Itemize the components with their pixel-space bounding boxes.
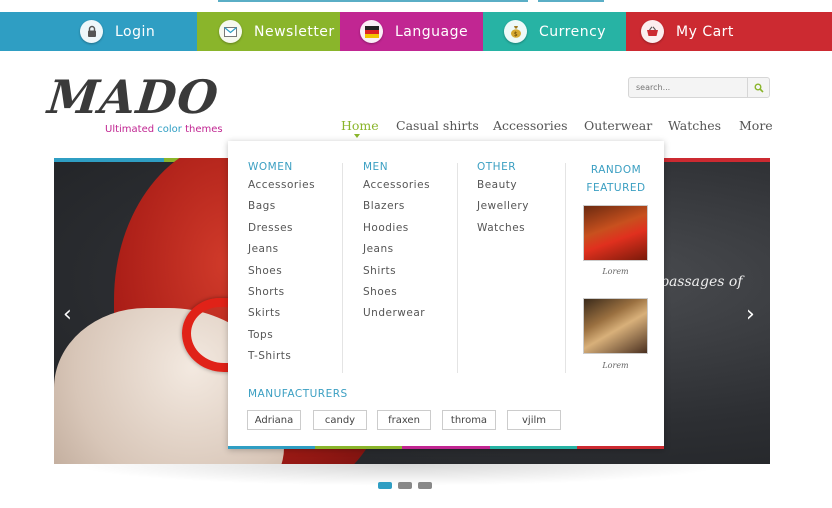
menu-link[interactable]: Jewellery bbox=[477, 200, 529, 221]
menu-link[interactable]: Jeans bbox=[248, 243, 315, 264]
featured-caption: Lorem bbox=[602, 267, 629, 276]
menu-link[interactable]: Hoodies bbox=[363, 222, 430, 243]
nav-item-outerwear[interactable]: Outerwear bbox=[584, 118, 652, 133]
menu-column-other: OTHER Beauty Jewellery Watches bbox=[477, 161, 529, 243]
currency-label: Currency bbox=[539, 23, 607, 40]
svg-text:$: $ bbox=[513, 31, 517, 38]
currency-button[interactable]: $ Currency bbox=[483, 12, 626, 51]
mega-menu-dropdown: WOMEN Accessories Bags Dresses Jeans Sho… bbox=[228, 141, 665, 449]
tagline-part: color bbox=[157, 124, 182, 135]
language-label: Language bbox=[395, 23, 469, 40]
newsletter-label: Newsletter bbox=[254, 23, 335, 40]
tagline-part: Ultimated bbox=[105, 124, 158, 135]
utility-bar: Login Newsletter Language $ Currency My … bbox=[0, 12, 832, 51]
language-button[interactable]: Language bbox=[340, 12, 483, 51]
menu-link[interactable]: Accessories bbox=[363, 179, 430, 200]
menu-link[interactable]: Watches bbox=[477, 222, 529, 243]
menu-link[interactable]: Shirts bbox=[363, 265, 430, 286]
menu-link[interactable]: Shorts bbox=[248, 286, 315, 307]
manufacturer-tag[interactable]: Adriana bbox=[247, 410, 301, 430]
newsletter-button[interactable]: Newsletter bbox=[197, 12, 340, 51]
menu-column-women: WOMEN Accessories Bags Dresses Jeans Sho… bbox=[248, 161, 315, 372]
column-title: WOMEN bbox=[248, 161, 293, 173]
featured-product-image[interactable] bbox=[583, 205, 648, 261]
slider-next-arrow[interactable]: › bbox=[746, 304, 755, 326]
login-button[interactable]: Login bbox=[0, 12, 197, 51]
search-input[interactable] bbox=[629, 78, 747, 97]
menu-link[interactable]: Jeans bbox=[363, 243, 430, 264]
title-line: FEATURED bbox=[586, 182, 646, 194]
nav-item-casual-shirts[interactable]: Casual shirts bbox=[396, 118, 479, 133]
menu-link[interactable]: Accessories bbox=[248, 179, 315, 200]
slider-color-bar bbox=[54, 158, 164, 162]
top-accent-line bbox=[538, 0, 604, 2]
search-box bbox=[628, 77, 770, 98]
menu-link[interactable]: Beauty bbox=[477, 179, 529, 200]
manufacturer-tag[interactable]: fraxen bbox=[377, 410, 431, 430]
my-cart-label: My Cart bbox=[676, 23, 734, 40]
my-cart-button[interactable]: My Cart bbox=[626, 12, 832, 51]
site-logo[interactable]: MADO Ultimated color themes bbox=[45, 70, 222, 135]
menu-link[interactable]: T-Shirts bbox=[248, 350, 315, 371]
column-title: RANDOM FEATURED bbox=[578, 161, 654, 197]
nav-item-more[interactable]: More bbox=[739, 118, 773, 133]
basket-icon bbox=[641, 20, 664, 43]
manufacturer-tag[interactable]: vjilm bbox=[507, 410, 561, 430]
manufacturer-tag[interactable]: candy bbox=[313, 410, 367, 430]
menu-column-random-featured: RANDOM FEATURED bbox=[578, 161, 654, 203]
menu-link[interactable]: Dresses bbox=[248, 222, 315, 243]
nav-item-accessories[interactable]: Accessories bbox=[493, 118, 568, 133]
nav-item-home[interactable]: Home bbox=[341, 118, 379, 133]
login-label: Login bbox=[115, 23, 156, 40]
tagline-part: themes bbox=[181, 124, 223, 135]
nav-item-watches[interactable]: Watches bbox=[668, 118, 721, 133]
column-title: OTHER bbox=[477, 161, 517, 173]
menu-link[interactable]: Blazers bbox=[363, 200, 430, 221]
flag-icon bbox=[360, 20, 383, 43]
slide-caption: passages of bbox=[660, 274, 743, 290]
menu-link[interactable]: Tops bbox=[248, 329, 315, 350]
money-bag-icon: $ bbox=[504, 20, 527, 43]
featured-caption: Lorem bbox=[602, 361, 629, 370]
search-button[interactable] bbox=[747, 78, 769, 97]
manufacturers-title: MANUFACTURERS bbox=[248, 388, 348, 400]
logo-tagline: Ultimated color themes bbox=[105, 124, 223, 135]
menu-column-men: MEN Accessories Blazers Hoodies Jeans Sh… bbox=[363, 161, 430, 329]
menu-link[interactable]: Shoes bbox=[248, 265, 315, 286]
menu-link[interactable]: Underwear bbox=[363, 307, 430, 328]
featured-product-image[interactable] bbox=[583, 298, 648, 354]
column-divider bbox=[565, 163, 566, 373]
title-line: RANDOM bbox=[590, 164, 642, 176]
menu-link[interactable]: Bags bbox=[248, 200, 315, 221]
search-icon bbox=[754, 83, 764, 93]
column-divider bbox=[342, 163, 343, 373]
logo-wordmark: MADO bbox=[45, 70, 222, 124]
nav-active-caret bbox=[354, 134, 360, 138]
column-divider bbox=[457, 163, 458, 373]
lock-icon bbox=[80, 20, 103, 43]
top-accent-line bbox=[218, 0, 528, 2]
menu-link[interactable]: Skirts bbox=[248, 307, 315, 328]
slider-prev-arrow[interactable]: ‹ bbox=[63, 304, 72, 326]
slider-color-bar bbox=[664, 158, 770, 162]
manufacturer-tag[interactable]: throma bbox=[442, 410, 496, 430]
slider-dot-1[interactable] bbox=[378, 482, 392, 489]
slider-dot-2[interactable] bbox=[398, 482, 412, 489]
envelope-icon bbox=[219, 20, 242, 43]
menu-color-strip bbox=[228, 446, 665, 449]
column-title: MEN bbox=[363, 161, 389, 173]
slider-pagination bbox=[378, 482, 432, 489]
slider-dot-3[interactable] bbox=[418, 482, 432, 489]
menu-link[interactable]: Shoes bbox=[363, 286, 430, 307]
